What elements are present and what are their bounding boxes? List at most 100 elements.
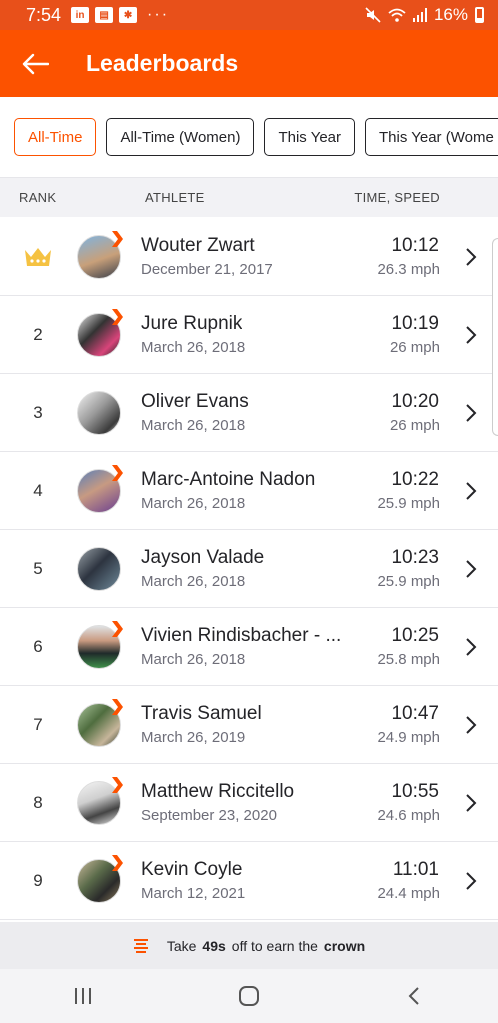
- nbc-icon: ✱: [119, 7, 138, 23]
- effort-speed: 24.6 mph: [377, 807, 440, 824]
- subscriber-badge-icon: [112, 465, 123, 481]
- status-time: 7:54: [26, 4, 62, 25]
- effort-date: March 26, 2018: [141, 417, 246, 434]
- banner-crown: crown: [323, 937, 366, 954]
- banner-prefix: Take: [166, 937, 197, 954]
- rank-number: 7: [33, 715, 43, 734]
- effort-date: March 26, 2018: [141, 573, 246, 590]
- effort-date: March 26, 2018: [141, 495, 246, 512]
- leaderboard-row[interactable]: 3 Oliver Evans March 26, 2018 10:20 26 m…: [0, 374, 498, 452]
- signal-icon: [412, 8, 427, 22]
- rank-number: 6: [33, 637, 43, 656]
- subscriber-badge-icon: [112, 231, 123, 247]
- effort-time: 10:12: [391, 235, 439, 256]
- avatar: [77, 547, 121, 591]
- athlete-name: Oliver Evans: [141, 391, 249, 412]
- effort-speed: 25.8 mph: [377, 651, 440, 668]
- effort-time: 10:20: [391, 391, 439, 412]
- athlete-name: Marc-Antoine Nadon: [141, 469, 316, 490]
- leaderboard-row[interactable]: 7 Travis Samuel March 26, 2019 10:47 24.…: [0, 686, 498, 764]
- effort-date: December 21, 2017: [141, 261, 273, 278]
- edge-panel-handle[interactable]: [492, 238, 498, 436]
- rank-column-header: RANK: [19, 190, 57, 205]
- effort-time: 10:55: [391, 781, 439, 802]
- home-icon[interactable]: [237, 984, 261, 1008]
- effort-speed: 24.9 mph: [377, 729, 440, 746]
- subscriber-badge-icon: [112, 699, 123, 715]
- arrow-left-icon: [22, 53, 49, 74]
- subscriber-badge-icon: [112, 309, 123, 325]
- mute-icon: [365, 7, 381, 23]
- effort-date: March 26, 2018: [141, 651, 246, 668]
- effort-time: 10:25: [391, 625, 439, 646]
- effort-time: 10:19: [391, 313, 439, 334]
- recent-apps-icon[interactable]: [72, 985, 94, 1007]
- back-button[interactable]: [0, 30, 70, 97]
- crown-icon: [25, 248, 51, 266]
- leaderboard-row[interactable]: 8 Matthew Riccitello September 23, 2020 …: [0, 764, 498, 842]
- athlete-name: Matthew Riccitello: [141, 781, 295, 802]
- chevron-right-icon: [466, 716, 477, 734]
- leaderboard-row[interactable]: 9 Kevin Coyle March 12, 2021 11:01 24.4 …: [0, 842, 498, 920]
- chevron-right-icon: [466, 560, 477, 578]
- wifi-icon: [388, 8, 406, 22]
- linkedin-icon: in: [71, 7, 90, 23]
- filter-chip-this-year[interactable]: This Year: [264, 118, 356, 156]
- back-nav-icon[interactable]: [404, 985, 426, 1007]
- athlete-column-header: ATHLETE: [145, 190, 205, 205]
- effort-speed: 24.4 mph: [377, 885, 440, 902]
- status-bar: 7:54 in ▤ ✱ ··· 16%: [0, 0, 498, 30]
- banner-seconds: 49s: [202, 937, 226, 954]
- filter-chip-all-time-women[interactable]: All-Time (Women): [106, 118, 255, 156]
- effort-speed: 25.9 mph: [377, 495, 440, 512]
- segment-list-icon: [133, 938, 148, 953]
- app-bar: Leaderboards: [0, 30, 498, 97]
- rank-crown: [18, 218, 58, 296]
- page-title: Leaderboards: [86, 50, 239, 76]
- leaderboard-row[interactable]: Wouter Zwart December 21, 2017 10:12 26.…: [0, 218, 498, 296]
- effort-time: 10:22: [391, 469, 439, 490]
- subscriber-badge-icon: [112, 777, 123, 793]
- effort-date: September 23, 2020: [141, 807, 277, 824]
- effort-date: March 26, 2019: [141, 729, 246, 746]
- athlete-name: Jure Rupnik: [141, 313, 243, 334]
- banner-middle: off to earn the: [231, 937, 318, 954]
- chevron-right-icon: [466, 248, 477, 266]
- battery-icon: [475, 7, 484, 23]
- news-icon: ▤: [95, 7, 114, 23]
- rank-number: 8: [33, 793, 43, 812]
- athlete-name: Kevin Coyle: [141, 859, 243, 880]
- leaderboard-header: RANK ATHLETE TIME, SPEED: [0, 177, 498, 217]
- rank-number: 2: [33, 325, 43, 344]
- rank-number: 9: [33, 871, 43, 890]
- leaderboard-row[interactable]: 5 Jayson Valade March 26, 2018 10:23 25.…: [0, 530, 498, 608]
- chevron-right-icon: [466, 482, 477, 500]
- rank-number: 5: [33, 559, 43, 578]
- effort-time: 10:23: [391, 547, 439, 568]
- leaderboard-row[interactable]: 6 Vivien Rindisbacher - ... March 26, 20…: [0, 608, 498, 686]
- crown-hint-banner: Take 49s off to earn the crown: [0, 922, 498, 969]
- leaderboard-list: Wouter Zwart December 21, 2017 10:12 26.…: [0, 218, 498, 920]
- effort-speed: 26.3 mph: [377, 261, 440, 278]
- effort-time: 11:01: [392, 859, 439, 880]
- rank-number: 3: [33, 403, 43, 422]
- leaderboard-row[interactable]: 2 Jure Rupnik March 26, 2018 10:19 26 mp…: [0, 296, 498, 374]
- more-notifications-icon: ···: [147, 6, 170, 23]
- chevron-right-icon: [466, 404, 477, 422]
- battery-percent: 16%: [433, 5, 468, 24]
- chevron-right-icon: [466, 794, 477, 812]
- filter-chip-all-time[interactable]: All-Time: [14, 118, 97, 156]
- system-nav-bar: [0, 969, 498, 1023]
- chevron-right-icon: [466, 638, 477, 656]
- subscriber-badge-icon: [112, 621, 123, 637]
- effort-date: March 12, 2021: [141, 885, 246, 902]
- avatar: [77, 391, 121, 435]
- filter-chip-bar: All-Time All-Time (Women) This Year This…: [0, 97, 498, 177]
- effort-date: March 26, 2018: [141, 339, 246, 356]
- filter-chip-this-year-women[interactable]: This Year (Wome: [365, 118, 498, 156]
- athlete-name: Wouter Zwart: [141, 235, 255, 256]
- chevron-right-icon: [466, 872, 477, 890]
- effort-time: 10:47: [391, 703, 439, 724]
- effort-speed: 26 mph: [389, 417, 440, 434]
- leaderboard-row[interactable]: 4 Marc-Antoine Nadon March 26, 2018 10:2…: [0, 452, 498, 530]
